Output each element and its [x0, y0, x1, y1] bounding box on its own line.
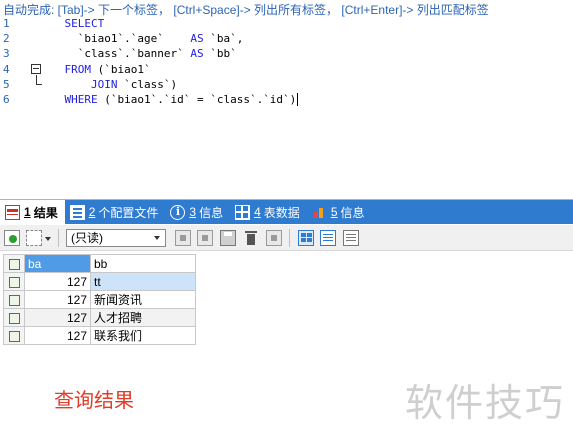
select-all-checkbox[interactable] [3, 254, 25, 273]
tab-label: 表数据 [263, 205, 300, 220]
delete-icon[interactable] [243, 230, 259, 246]
row-checkbox[interactable] [3, 290, 25, 309]
grid-view-icon[interactable] [298, 230, 314, 246]
line-number: 2 [3, 32, 10, 46]
result-icon [5, 204, 20, 220]
tab-info[interactable]: 3 信息 [165, 200, 230, 224]
tab-number: 5 [330, 205, 338, 219]
info-chart-icon [312, 205, 327, 220]
config-icon [69, 204, 85, 220]
cell-ba[interactable]: 127 [24, 290, 91, 309]
paste-icon[interactable] [197, 230, 213, 246]
info-icon [170, 204, 186, 220]
tab-results[interactable]: 1 结果 [0, 200, 65, 224]
tab-number: 4 [254, 205, 261, 219]
line-number: 3 [3, 47, 10, 61]
add-row-icon[interactable] [4, 230, 20, 246]
sql-keyword: FROM [64, 62, 92, 76]
chevron-down-icon[interactable] [45, 237, 51, 241]
tab-label: 个配置文件 [98, 205, 159, 220]
tab-info-2[interactable]: 5 信息 [307, 200, 372, 224]
code-text: `class`.`banner` AS `bb` [38, 47, 237, 61]
sql-keyword: SELECT [64, 17, 105, 30]
chevron-down-icon [154, 236, 160, 240]
result-tabs: 1 结果 2 个配置文件 3 信息 4 表数据 5 信息 [0, 200, 573, 224]
mode-select-value: (只读) [71, 231, 103, 245]
code-text: SELECT [38, 16, 105, 31]
tab-number: 2 [88, 205, 96, 219]
cell-ba[interactable]: 127 [24, 326, 91, 345]
cell-bb[interactable]: 人才招聘 [90, 308, 196, 327]
code-text: FROM (`biao1` [64, 62, 151, 76]
row-checkbox[interactable] [3, 272, 25, 291]
sql-keyword: AS [190, 32, 204, 46]
cell-ba[interactable]: 127 [24, 308, 91, 327]
text-cursor [297, 93, 299, 107]
sql-editor[interactable]: 自动完成: [Tab]-> 下一个标签， [Ctrl+Space]-> 列出所有… [0, 0, 573, 200]
code-text: WHERE (`biao1`.`id` = `class`.`id`) [64, 92, 299, 107]
table-row[interactable]: 127 新闻资讯 [3, 290, 196, 309]
tab-label: 信息 [340, 205, 365, 220]
tab-number: 1 [24, 205, 31, 219]
code-text: `biao1`.`age` AS `ba`, [38, 32, 244, 46]
sql-keyword: AS [190, 47, 204, 61]
table-icon [235, 204, 251, 220]
fold-guide-end [36, 83, 42, 85]
form-view-icon[interactable] [320, 230, 336, 246]
text-view-icon[interactable] [343, 230, 359, 246]
cell-ba[interactable]: 127 [24, 272, 91, 291]
line-number: 4 [3, 62, 10, 76]
grid-header-row: ba bb [3, 254, 196, 273]
column-header-ba[interactable]: ba [24, 254, 91, 273]
fold-collapse-icon[interactable] [31, 63, 41, 74]
line-number: 6 [3, 92, 10, 106]
line-number: 5 [3, 77, 10, 91]
result-grid: ba bb 127 tt 127 新闻资讯 127 人才招聘 127 联系我们 [3, 254, 196, 345]
table-row[interactable]: 127 人才招聘 [3, 308, 196, 327]
code-line[interactable]: 3 `class`.`banner` AS `bb` [0, 46, 573, 61]
save-icon[interactable] [220, 230, 236, 246]
code-area[interactable]: 1 SELECT 2 `biao1`.`age` AS `ba`, 3 `class… [0, 16, 573, 107]
toolbar-separator [58, 229, 59, 247]
table-row[interactable]: 127 tt [3, 272, 196, 291]
cell-bb[interactable]: tt [90, 272, 196, 291]
tab-label: 信息 [199, 205, 224, 220]
code-line[interactable]: 2 `biao1`.`age` AS `ba`, [0, 31, 573, 46]
cell-bb[interactable]: 联系我们 [90, 326, 196, 345]
column-header-bb[interactable]: bb [90, 254, 196, 273]
code-line[interactable]: 6 WHERE (`biao1`.`id` = `class`.`id`) [0, 92, 573, 107]
code-text: JOIN `class`) [90, 77, 178, 91]
line-number: 1 [3, 17, 10, 30]
tab-table-data[interactable]: 4 表数据 [230, 200, 307, 224]
sql-keyword: JOIN [90, 77, 118, 91]
row-checkbox[interactable] [3, 326, 25, 345]
code-line[interactable]: 1 SELECT [0, 16, 573, 31]
duplicate-row-icon[interactable] [175, 230, 191, 246]
query-result-caption: 查询结果 [54, 388, 134, 412]
grid-menu-icon[interactable] [26, 230, 42, 246]
toolbar-separator [289, 229, 290, 247]
code-line[interactable]: 5 JOIN `class`) [0, 77, 573, 92]
code-line[interactable]: 4 FROM (`biao1` [0, 62, 573, 77]
result-toolbar: (只读) [0, 225, 573, 251]
sql-keyword: WHERE [64, 92, 98, 106]
watermark: 软件技巧 [405, 381, 566, 425]
read-only-mode-select[interactable]: (只读) [66, 229, 166, 247]
tab-label: 结果 [33, 205, 58, 220]
cell-bb[interactable]: 新闻资讯 [90, 290, 196, 309]
refresh-icon[interactable] [266, 230, 282, 246]
tab-number: 3 [189, 205, 197, 219]
tab-profiles[interactable]: 2 个配置文件 [65, 200, 166, 224]
table-row[interactable]: 127 联系我们 [3, 326, 196, 345]
row-checkbox[interactable] [3, 308, 25, 327]
